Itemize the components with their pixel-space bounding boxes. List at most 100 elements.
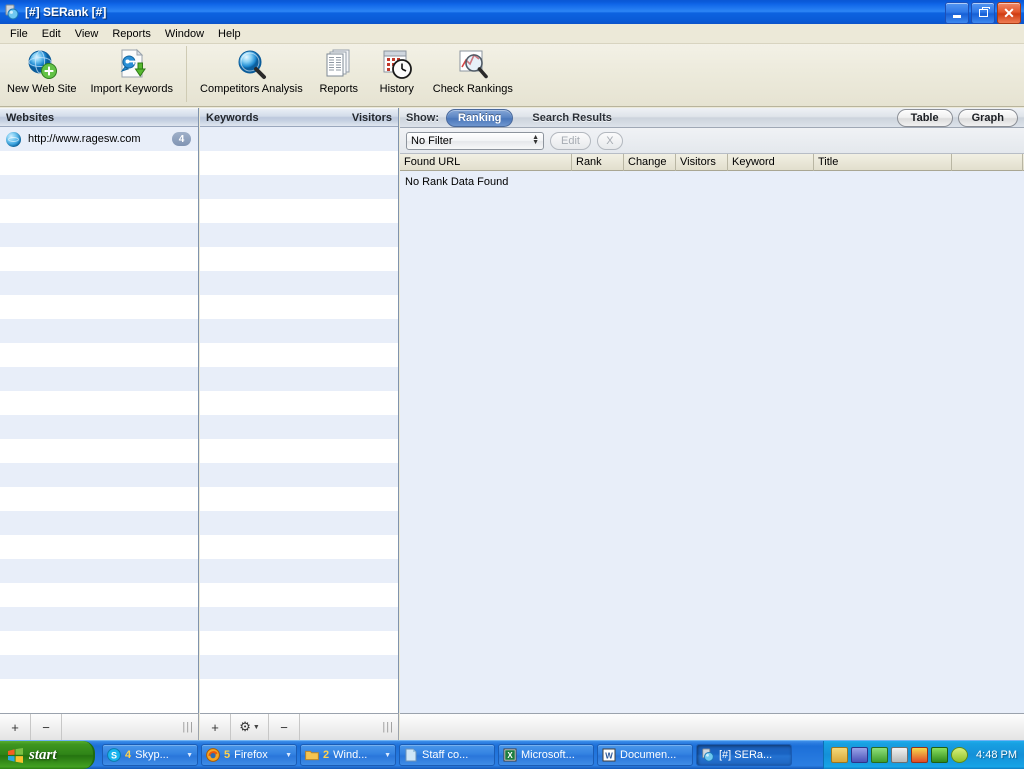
- close-button[interactable]: ✕: [997, 2, 1021, 24]
- keyword-empty-row[interactable]: [200, 415, 398, 439]
- results-column-headers[interactable]: Found URL Rank Change Visitors Keyword Title: [400, 153, 1024, 171]
- taskbar-clock[interactable]: 4:48 PM: [976, 749, 1017, 761]
- website-empty-row[interactable]: [0, 319, 198, 343]
- website-empty-row[interactable]: [0, 151, 198, 175]
- keyword-empty-row[interactable]: [200, 463, 398, 487]
- website-empty-row[interactable]: [0, 463, 198, 487]
- keyword-empty-row[interactable]: [200, 319, 398, 343]
- results-column-header[interactable]: Visitors: [676, 153, 728, 171]
- website-empty-row[interactable]: [0, 655, 198, 679]
- results-column-header[interactable]: Found URL: [400, 153, 572, 171]
- tab-ranking[interactable]: Ranking: [446, 108, 514, 127]
- menu-item-edit[interactable]: Edit: [35, 26, 68, 42]
- table-view-button[interactable]: Table: [896, 108, 953, 127]
- website-empty-row[interactable]: [0, 535, 198, 559]
- keyword-empty-row[interactable]: [200, 295, 398, 319]
- filter-select[interactable]: No Filter ▲ ▼: [406, 131, 544, 150]
- taskbar-button[interactable]: 5 Firefox ▼: [201, 744, 297, 766]
- keyword-empty-row[interactable]: [200, 679, 398, 703]
- keyword-empty-row[interactable]: [200, 535, 398, 559]
- website-empty-row[interactable]: [0, 631, 198, 655]
- website-empty-row[interactable]: [0, 295, 198, 319]
- tab-search-results[interactable]: Search Results: [520, 109, 623, 127]
- history-button[interactable]: History: [368, 44, 426, 95]
- keyword-empty-row[interactable]: [200, 655, 398, 679]
- keyword-empty-row[interactable]: [200, 343, 398, 367]
- check-rankings-button[interactable]: Check Rankings: [426, 44, 520, 95]
- website-empty-row[interactable]: [0, 439, 198, 463]
- minimize-button[interactable]: [945, 2, 969, 24]
- keyword-empty-row[interactable]: [200, 391, 398, 415]
- keywords-list[interactable]: [200, 127, 398, 703]
- website-empty-row[interactable]: [0, 511, 198, 535]
- add-keyword-button[interactable]: +: [200, 714, 231, 740]
- keyword-empty-row[interactable]: [200, 223, 398, 247]
- website-empty-row[interactable]: [0, 607, 198, 631]
- website-empty-row[interactable]: [0, 367, 198, 391]
- taskbar-button[interactable]: X Microsoft...: [498, 744, 594, 766]
- antivirus-icon[interactable]: [951, 747, 969, 763]
- keyword-empty-row[interactable]: [200, 151, 398, 175]
- security-lock-icon[interactable]: [871, 747, 889, 763]
- network-icon[interactable]: [851, 747, 869, 763]
- website-empty-row[interactable]: [0, 487, 198, 511]
- websites-resize-grip[interactable]: |||: [182, 721, 194, 733]
- website-empty-row[interactable]: [0, 583, 198, 607]
- keyword-empty-row[interactable]: [200, 439, 398, 463]
- websites-list[interactable]: http://www.ragesw.com 4: [0, 127, 198, 703]
- results-column-header[interactable]: [952, 153, 1023, 171]
- keyword-empty-row[interactable]: [200, 199, 398, 223]
- graph-view-button[interactable]: Graph: [957, 108, 1018, 127]
- taskbar-button[interactable]: Staff co...: [399, 744, 495, 766]
- reports-button[interactable]: Reports: [310, 44, 368, 95]
- keyword-empty-row[interactable]: [200, 631, 398, 655]
- keyword-empty-row[interactable]: [200, 559, 398, 583]
- chevron-down-icon[interactable]: ▼: [285, 752, 292, 759]
- keyword-empty-row[interactable]: [200, 175, 398, 199]
- website-empty-row[interactable]: [0, 391, 198, 415]
- taskbar-button[interactable]: W Documen...: [597, 744, 693, 766]
- website-empty-row[interactable]: [0, 679, 198, 703]
- remove-keyword-button[interactable]: −: [269, 714, 300, 740]
- website-empty-row[interactable]: [0, 415, 198, 439]
- keyword-empty-row[interactable]: [200, 583, 398, 607]
- keyword-empty-row[interactable]: [200, 247, 398, 271]
- taskbar-button[interactable]: 2 Wind... ▼: [300, 744, 396, 766]
- keyword-empty-row[interactable]: [200, 487, 398, 511]
- website-empty-row[interactable]: [0, 175, 198, 199]
- keyword-empty-row[interactable]: [200, 607, 398, 631]
- keyword-empty-row[interactable]: [200, 511, 398, 535]
- website-list-item[interactable]: http://www.ragesw.com 4: [0, 127, 198, 151]
- start-button[interactable]: start: [0, 741, 95, 769]
- remove-website-button[interactable]: −: [31, 714, 62, 740]
- menu-item-reports[interactable]: Reports: [105, 26, 158, 42]
- results-column-header[interactable]: Title: [814, 153, 952, 171]
- chevron-down-icon[interactable]: ▼: [186, 752, 193, 759]
- printer-icon[interactable]: [891, 747, 909, 763]
- website-empty-row[interactable]: [0, 199, 198, 223]
- website-empty-row[interactable]: [0, 343, 198, 367]
- results-column-header[interactable]: Keyword: [728, 153, 814, 171]
- taskbar-button[interactable]: [#] SERa...: [696, 744, 792, 766]
- maximize-button[interactable]: [971, 2, 995, 24]
- new-web-site-button[interactable]: New Web Site: [0, 44, 84, 95]
- menu-item-file[interactable]: File: [3, 26, 35, 42]
- menu-item-help[interactable]: Help: [211, 26, 248, 42]
- chevron-down-icon[interactable]: ▼: [384, 752, 391, 759]
- website-empty-row[interactable]: [0, 223, 198, 247]
- menu-item-window[interactable]: Window: [158, 26, 211, 42]
- add-website-button[interactable]: +: [0, 714, 31, 740]
- clipboard-icon[interactable]: [831, 747, 849, 763]
- filter-edit-button[interactable]: Edit: [550, 131, 591, 150]
- website-empty-row[interactable]: [0, 247, 198, 271]
- website-empty-row[interactable]: [0, 559, 198, 583]
- keyword-empty-row[interactable]: [200, 271, 398, 295]
- keyword-empty-row[interactable]: [200, 367, 398, 391]
- keyword-empty-row[interactable]: [200, 127, 398, 151]
- keywords-resize-grip[interactable]: |||: [382, 721, 394, 733]
- shield-alert-icon[interactable]: [911, 747, 929, 763]
- update-icon[interactable]: [931, 747, 949, 763]
- taskbar-button[interactable]: S 4 Skyp... ▼: [102, 744, 198, 766]
- filter-clear-button[interactable]: X: [596, 131, 623, 150]
- results-column-header[interactable]: Change: [624, 153, 676, 171]
